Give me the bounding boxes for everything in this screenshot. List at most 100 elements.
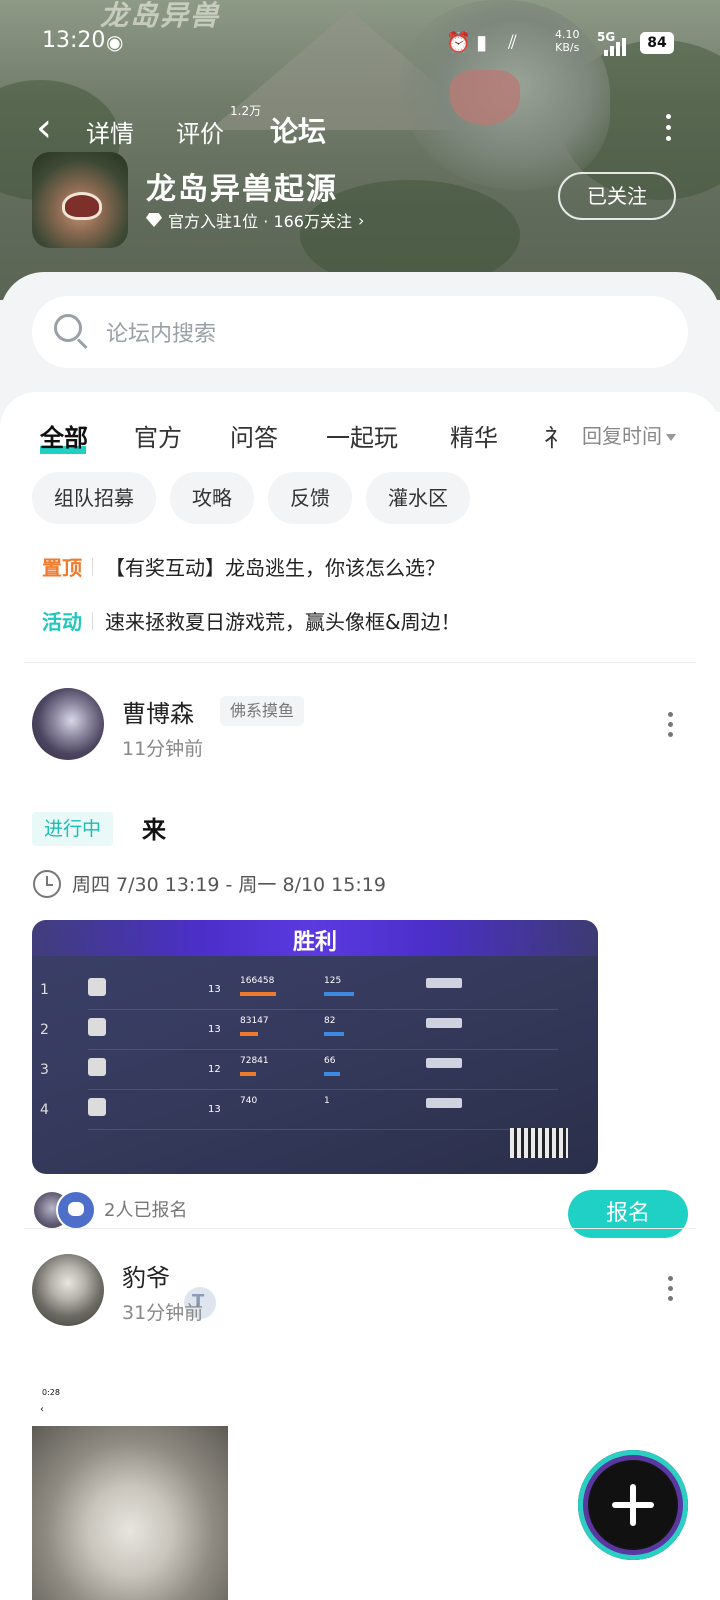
category-all[interactable]: 全部 [40, 418, 88, 453]
post-more-icon[interactable] [666, 712, 674, 738]
scoreboard-level: 13 [208, 1104, 221, 1115]
scoreboard-score: 83147 [240, 1016, 269, 1026]
game-meta-link[interactable]: 官方入驻1位 · 166万关注 › [146, 208, 364, 232]
category-featured[interactable]: 精华 [450, 418, 498, 453]
category-official[interactable]: 官方 [134, 418, 182, 453]
scoreboard-kills: 66 [324, 1056, 336, 1066]
avatar [56, 1190, 96, 1230]
activity-notice[interactable]: 活动 速来拯救夏日游戏荒，赢头像框&周边！ [42, 606, 461, 635]
avatar[interactable] [32, 688, 104, 760]
post-image[interactable]: 0:28 ‹ [32, 1386, 228, 1600]
signal-icon [604, 36, 632, 56]
game-name: 龙岛异兽起源 [146, 172, 338, 207]
scoreboard-avatar [88, 1058, 106, 1076]
scoreboard-score: 72841 [240, 1056, 269, 1066]
scoreboard-level: 13 [208, 1024, 221, 1035]
signup-avatars [32, 1190, 104, 1230]
clock-icon [33, 870, 61, 898]
more-options-icon[interactable] [664, 114, 672, 144]
create-post-button[interactable] [578, 1450, 688, 1560]
scoreboard-score-bar [240, 1072, 256, 1076]
chevron-right-icon: › [357, 210, 365, 230]
scoreboard-level: 13 [208, 984, 221, 995]
artwork-image [32, 1426, 228, 1600]
sort-label: 回复时间 [582, 424, 662, 448]
post-image[interactable]: 胜利 1 13 166458 125 2 13 83147 82 3 12 72841 66 4 13 74… [32, 920, 598, 1174]
scoreboard-kills-bar [324, 992, 354, 996]
post-time: 11分钟前 [122, 738, 204, 760]
post-username[interactable]: 豹爷 [122, 1258, 170, 1293]
mini-nav-bar: ‹ [40, 1404, 44, 1415]
signup-count: 2人已报名 [104, 1200, 188, 1221]
divider [24, 1228, 696, 1229]
weapon-icon [426, 1018, 462, 1028]
network-speed: 4.10 KB/s [555, 28, 580, 54]
chip-feedback[interactable]: 反馈 [268, 472, 352, 524]
avatar[interactable] [32, 1254, 104, 1326]
chip-team-recruit[interactable]: 组队招募 [32, 472, 156, 524]
screenshot-title: 胜利 [292, 930, 337, 955]
scoreboard-kills: 1 [324, 1096, 330, 1106]
scoreboard-kills: 82 [324, 1016, 336, 1026]
post-time: 31分钟前 [122, 1302, 204, 1324]
weapon-icon [426, 978, 462, 988]
scoreboard-avatar [88, 1098, 106, 1116]
search-placeholder: 论坛内搜索 [106, 322, 217, 347]
scoreboard-avatar [88, 1018, 106, 1036]
scoreboard-score-bar [240, 992, 276, 996]
event-schedule: 周四 7/30 13:19 - 周一 8/10 15:19 [72, 874, 386, 896]
vibrate-icon: ▮ [476, 30, 488, 54]
status-bar: 13:20 ◉ ⏰ ▮ ⫽ 4.10 KB/s 5G 84 [0, 0, 720, 80]
reviews-count-badge: 1.2万 [230, 104, 262, 118]
forum-content: 全部 官方 问答 一起玩 精华 礻 回复时间 组队招募 攻略 反馈 灌水区 置顶… [0, 392, 720, 1600]
scoreboard-score: 166458 [240, 976, 275, 986]
sort-dropdown[interactable]: 回复时间 [566, 412, 720, 462]
game-app-icon[interactable] [32, 152, 128, 248]
category-more[interactable]: 礻 [544, 418, 568, 453]
scoreboard-level: 12 [208, 1064, 221, 1075]
chip-guides[interactable]: 攻略 [170, 472, 254, 524]
scoreboard-score-bar [240, 1032, 258, 1036]
scoreboard-row: 2 13 83147 82 [40, 1012, 558, 1050]
scoreboard-kills: 125 [324, 976, 342, 986]
activity-tag: 活动 [42, 610, 82, 634]
chip-chitchat[interactable]: 灌水区 [366, 472, 470, 524]
post-title[interactable]: 来 [142, 810, 166, 845]
caret-down-icon [666, 434, 676, 441]
divider [24, 662, 696, 663]
scoreboard-kills-bar [324, 1072, 340, 1076]
status-badge: 进行中 [32, 812, 114, 846]
pinned-tag: 置顶 [42, 556, 82, 580]
search-input[interactable]: 论坛内搜索 [32, 296, 688, 368]
category-qa[interactable]: 问答 [230, 418, 278, 453]
diamond-icon [146, 213, 162, 227]
scoreboard-row: 3 12 72841 66 [40, 1052, 558, 1090]
alarm-icon: ⏰ [446, 30, 471, 54]
scoreboard-rank: 3 [40, 1062, 49, 1078]
qr-code [510, 1128, 568, 1158]
tab-details[interactable]: 详情 [86, 114, 134, 149]
pinned-notice[interactable]: 置顶 【有奖互动】龙岛逃生，你该怎么选？ [42, 552, 445, 581]
tab-forum[interactable]: 论坛 [270, 110, 326, 150]
post-username[interactable]: 曹博森 [122, 694, 194, 729]
category-play-together[interactable]: 一起玩 [326, 418, 398, 453]
category-tabs: 全部 官方 问答 一起玩 精华 礻 回复时间 [0, 412, 720, 462]
scoreboard-rank: 4 [40, 1102, 49, 1118]
scoreboard-kills-bar [324, 1032, 344, 1036]
weapon-icon [426, 1058, 462, 1068]
game-info: 龙岛异兽起源 官方入驻1位 · 166万关注 › 已关注 [32, 152, 720, 248]
follow-button[interactable]: 已关注 [558, 172, 676, 220]
battery-icon: 84 [640, 32, 674, 54]
top-nav: ‹ 详情 评价 1.2万 论坛 [0, 100, 720, 160]
tab-reviews[interactable]: 评价 [176, 114, 224, 149]
status-time: 13:20 [42, 28, 106, 53]
scoreboard-score: 740 [240, 1096, 258, 1106]
post-more-icon[interactable] [666, 1276, 674, 1302]
pinned-text: 【有奖互动】龙岛逃生，你该怎么选？ [105, 556, 445, 580]
activity-text: 速来拯救夏日游戏荒，赢头像框&周边！ [105, 610, 461, 634]
user-title-badge: 佛系摸鱼 [220, 696, 305, 726]
back-icon[interactable]: ‹ [36, 108, 66, 152]
nfc-icon: ⫽ [508, 30, 517, 54]
signup-button[interactable]: 报名 [568, 1190, 688, 1238]
subcategory-chips: 组队招募 攻略 反馈 灌水区 [32, 472, 470, 524]
